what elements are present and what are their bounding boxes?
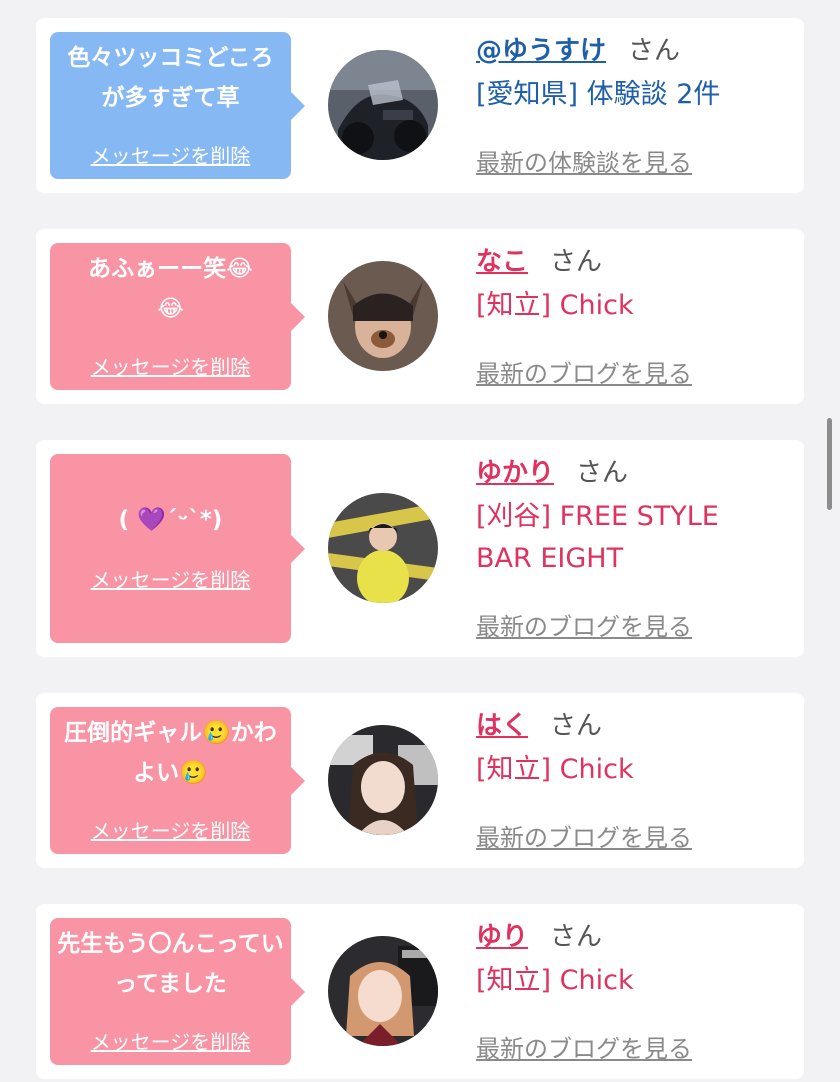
message-card: あふぁーー笑😂😂 メッセージを削除 なこ さん [知立] Chick 最新のブログ… (36, 229, 804, 404)
avatar[interactable] (328, 261, 438, 371)
latest-blog-link[interactable]: 最新のブログを見る (476, 818, 692, 853)
user-name-link[interactable]: ゆり (476, 922, 528, 952)
user-info: なこ さん [知立] Chick (476, 245, 794, 327)
latest-blog-link[interactable]: 最新のブログを見る (476, 354, 692, 389)
user-name-link[interactable]: なこ (476, 247, 528, 277)
profile-photo-icon (328, 493, 438, 603)
honorific: さん (550, 711, 603, 741)
delete-message-link[interactable]: メッセージを削除 (50, 140, 291, 169)
scrollbar[interactable] (827, 418, 832, 510)
user-name-link[interactable]: ゆかり (476, 458, 554, 488)
honorific: さん (628, 36, 681, 66)
message-text: 色々ツッコミどころが多すぎて草 (67, 45, 274, 111)
message-bubble: あふぁーー笑😂😂 メッセージを削除 (50, 243, 305, 390)
user-info: はく さん [知立] Chick (476, 709, 794, 791)
user-info: @ゆうすけ さん [愛知県] 体験談 2件 (476, 34, 794, 116)
delete-message-link[interactable]: メッセージを削除 (50, 351, 291, 380)
latest-review-link[interactable]: 最新の体験談を見る (476, 143, 692, 178)
latest-blog-link[interactable]: 最新のブログを見る (476, 1029, 692, 1064)
avatar[interactable] (328, 936, 438, 1046)
delete-message-link[interactable]: メッセージを削除 (50, 815, 291, 844)
message-card: 先生もう〇んこっていってました メッセージを削除 ゆり さん [知立] Chick… (36, 904, 804, 1079)
message-bubble: 圧倒的ギャル🥲かわよい🥲 メッセージを削除 (50, 707, 305, 854)
message-card: 色々ツッコミどころが多すぎて草 メッセージを削除 @ゆうすけ さん [愛知県] 体… (36, 18, 804, 193)
profile-photo-icon (328, 725, 438, 835)
message-text: あふぁーー笑😂😂 (88, 256, 253, 322)
honorific: さん (550, 247, 603, 277)
avatar[interactable] (328, 493, 438, 603)
latest-blog-link[interactable]: 最新のブログを見る (476, 607, 692, 642)
avatar[interactable] (328, 725, 438, 835)
user-name-link[interactable]: はく (476, 711, 528, 741)
message-text: ( 💜´ᵕ`*) (118, 507, 223, 533)
message-bubble: ( 💜´ᵕ`*) メッセージを削除 (50, 454, 305, 643)
honorific: さん (576, 458, 629, 488)
delete-message-link[interactable]: メッセージを削除 (50, 564, 291, 593)
profile-photo-icon (328, 936, 438, 1046)
message-card: 圧倒的ギャル🥲かわよい🥲 メッセージを削除 はく さん [知立] Chick 最新… (36, 693, 804, 868)
profile-photo-icon (328, 261, 438, 371)
delete-message-link[interactable]: メッセージを削除 (50, 1026, 291, 1055)
honorific: さん (550, 922, 603, 952)
user-info: ゆかり さん [刈谷] FREE STYLE BAR EIGHT (476, 456, 794, 580)
user-shop: [知立] Chick (476, 965, 634, 996)
user-location: [愛知県] 体験談 2件 (476, 79, 721, 110)
user-shop: [知立] Chick (476, 754, 634, 785)
motorcycle-photo-icon (328, 50, 438, 160)
message-bubble: 色々ツッコミどころが多すぎて草 メッセージを削除 (50, 32, 305, 179)
message-card: ( 💜´ᵕ`*) メッセージを削除 ゆかり さん [刈谷] FREE STYLE … (36, 440, 804, 657)
avatar[interactable] (328, 50, 438, 160)
message-text: 圧倒的ギャル🥲かわよい🥲 (64, 720, 277, 786)
user-shop: [刈谷] FREE STYLE BAR EIGHT (476, 501, 719, 574)
user-info: ゆり さん [知立] Chick (476, 920, 794, 1002)
message-bubble: 先生もう〇んこっていってました メッセージを削除 (50, 918, 305, 1065)
message-text: 先生もう〇んこっていってました (57, 931, 284, 997)
user-name-link[interactable]: @ゆうすけ (476, 36, 606, 66)
user-shop: [知立] Chick (476, 290, 634, 321)
